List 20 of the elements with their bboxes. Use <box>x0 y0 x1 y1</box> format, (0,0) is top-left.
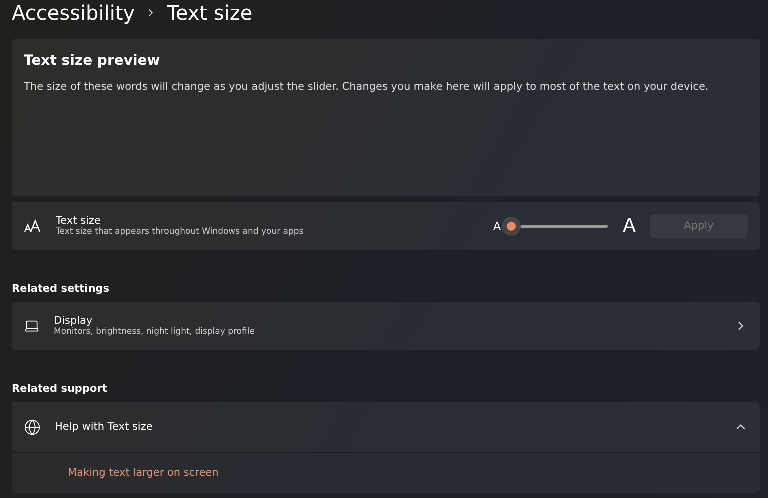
slider-thumb[interactable] <box>502 216 521 236</box>
section-heading: Related support <box>12 383 108 395</box>
text-size-icon <box>24 219 42 233</box>
help-link[interactable]: Making text larger on screen <box>68 467 219 479</box>
large-a-label: A <box>623 215 636 237</box>
small-a-label: A <box>493 220 501 232</box>
breadcrumb-parent[interactable]: Accessibility <box>12 1 136 25</box>
help-expander[interactable]: Help with Text size <box>12 402 760 452</box>
setting-title: Display <box>54 315 94 327</box>
laptop-icon <box>24 318 40 334</box>
page-title: Text size <box>167 1 253 25</box>
help-title: Help with Text size <box>55 421 154 433</box>
setting-subtitle: Monitors, brightness, night light, display profile <box>54 327 256 337</box>
section-heading: Related settings <box>12 283 110 295</box>
display-settings-row[interactable]: Display Monitors, brightness, night light, display profile <box>12 302 760 350</box>
preview-text: The size of these words will change as you adjust the slider. Changes you make here will apply to most of the text on your device. <box>24 81 710 93</box>
preview-title: Text size preview <box>24 53 162 69</box>
setting-title: Text size <box>56 215 102 227</box>
globe-icon <box>24 418 41 436</box>
setting-subtitle: Text size that appears throughout Windows and your apps <box>56 227 305 237</box>
